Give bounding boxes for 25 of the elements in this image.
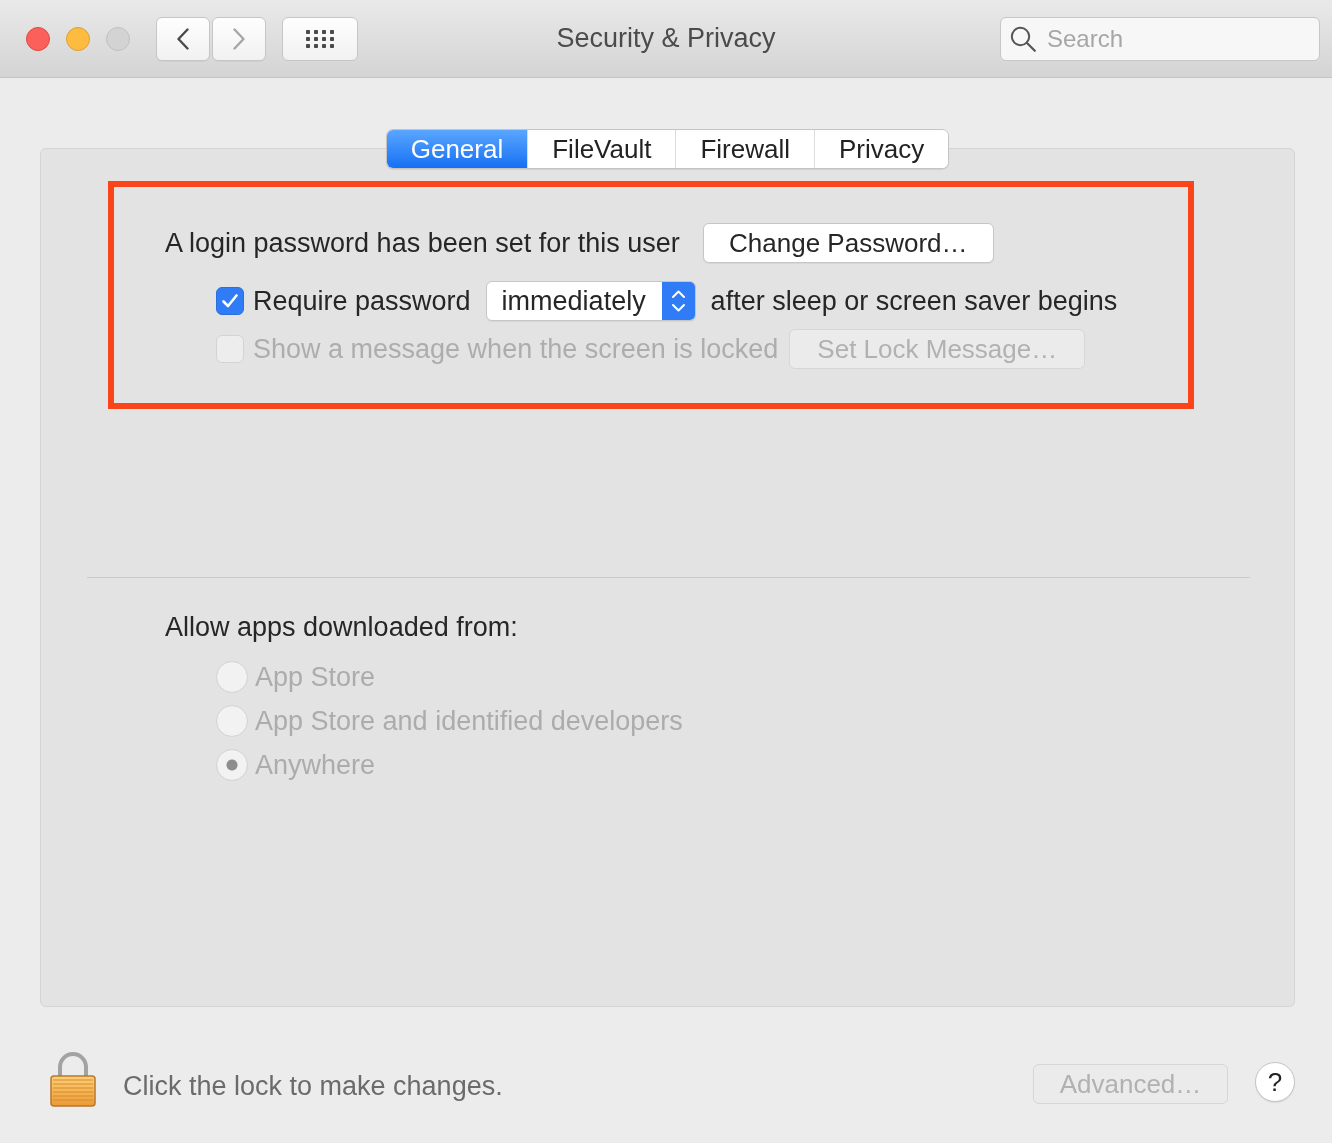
password-status-text: A login password has been set for this user <box>165 227 680 259</box>
tab[interactable]: FileVault <box>527 130 676 168</box>
require-password-checkbox[interactable] <box>216 287 244 315</box>
close-button[interactable] <box>26 26 50 51</box>
up-down-chevron-icon <box>661 282 695 320</box>
minimize-button[interactable] <box>66 26 90 51</box>
help-button[interactable]: ? <box>1255 1062 1295 1102</box>
window-title: Security & Privacy <box>556 23 776 54</box>
tab[interactable]: Privacy <box>814 130 949 168</box>
chevron-right-icon <box>233 27 245 50</box>
checkmark-icon <box>222 294 238 308</box>
lock-hint-text: Click the lock to make changes. <box>123 1070 503 1102</box>
show-all-button[interactable] <box>282 16 358 61</box>
tab[interactable]: Firewall <box>675 130 815 168</box>
search-icon <box>1010 25 1036 52</box>
back-button[interactable] <box>156 16 210 61</box>
delay-popup-button[interactable]: immediately <box>485 281 696 321</box>
chevron-left-icon <box>177 27 189 50</box>
after-sleep-label: after sleep or screen saver begins <box>710 285 1118 317</box>
change-password-button[interactable]: Change Password… <box>702 223 994 263</box>
grid-icon <box>305 28 335 49</box>
padlock-icon[interactable] <box>50 1051 96 1107</box>
search-field[interactable]: Search <box>1000 16 1320 61</box>
require-password-label: Require password <box>253 285 471 317</box>
allow-apps-heading: Allow apps downloaded from: <box>165 612 518 642</box>
